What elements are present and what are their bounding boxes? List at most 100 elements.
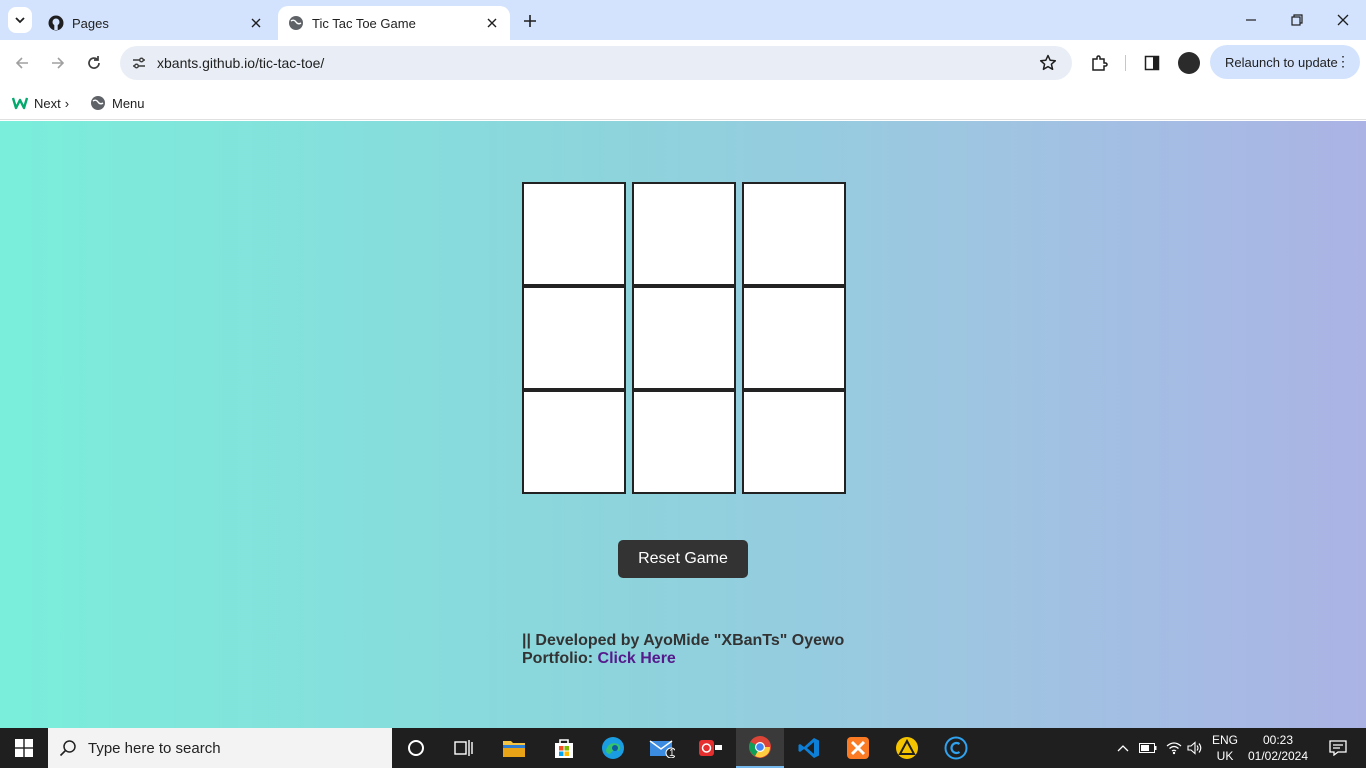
taskbar-search-placeholder: Type here to search: [88, 739, 221, 757]
clock-time: 00:23: [1262, 733, 1294, 747]
game-board: [522, 182, 848, 494]
bookmark-star-icon[interactable]: [1038, 53, 1058, 73]
notification-icon: [1329, 740, 1347, 756]
relaunch-button[interactable]: Relaunch to update ⋮: [1210, 45, 1360, 79]
input-language-indicator[interactable]: ENG UK: [1208, 732, 1242, 764]
chrome-icon: [749, 736, 771, 758]
minimize-icon: [1246, 19, 1256, 21]
windows-taskbar: Type here to search 1 ENG UK 00:23 01/02…: [0, 728, 1366, 768]
close-icon[interactable]: [482, 13, 502, 33]
page-viewport: Reset Game || Developed by AyoMide "XBan…: [0, 121, 1366, 728]
show-hidden-icons-button[interactable]: [1113, 728, 1133, 768]
portfolio-line: Portfolio: Click Here: [522, 650, 844, 668]
more-vert-icon: ⋮: [1336, 53, 1350, 69]
minimize-button[interactable]: [1228, 6, 1274, 34]
taskbar-clock[interactable]: 00:23 01/02/2024: [1244, 732, 1312, 764]
edge-icon: [602, 737, 624, 759]
developer-credit: || Developed by AyoMide "XBanTs" Oyewo: [522, 632, 845, 649]
task-view-icon: [454, 740, 473, 756]
taskbar-search[interactable]: Type here to search: [48, 728, 392, 768]
board-cell-9[interactable]: [742, 390, 846, 494]
start-button[interactable]: [0, 728, 48, 768]
globe-icon: [90, 95, 106, 111]
file-explorer-button[interactable]: [490, 728, 538, 768]
board-cell-7[interactable]: [522, 390, 626, 494]
reset-game-button[interactable]: Reset Game: [618, 540, 748, 578]
credits: || Developed by AyoMide "XBanTs" Oyewo P…: [522, 632, 844, 668]
browser-toolbar: xbants.github.io/tic-tac-toe/ Relaunch t…: [0, 40, 1366, 86]
mail-badge: 1: [669, 748, 675, 759]
arrow-left-icon: [15, 57, 28, 69]
portfolio-link[interactable]: Click Here: [598, 650, 676, 667]
address-bar[interactable]: xbants.github.io/tic-tac-toe/: [120, 46, 1072, 80]
cortana-icon: [408, 740, 424, 756]
store-icon: [555, 739, 573, 758]
board-cell-1[interactable]: [522, 182, 626, 286]
search-icon: [48, 739, 88, 757]
xampp-button[interactable]: [834, 728, 882, 768]
ccleaner-icon: [944, 736, 968, 760]
mail-button[interactable]: 1: [638, 728, 686, 768]
chevron-right-icon: ›: [64, 95, 70, 111]
extensions-icon[interactable]: [1087, 51, 1111, 75]
microsoft-store-button[interactable]: [540, 728, 588, 768]
forward-button[interactable]: [44, 49, 72, 77]
site-info-icon[interactable]: [128, 52, 150, 74]
battery-icon[interactable]: [1137, 728, 1159, 768]
portfolio-label: Portfolio:: [522, 650, 594, 667]
tab-tic-tac-toe[interactable]: Tic Tac Toe Game: [278, 6, 510, 40]
triangle-app-icon: [896, 737, 918, 759]
windows-logo-icon: [15, 739, 33, 757]
back-button[interactable]: [8, 49, 36, 77]
restore-icon: [1291, 14, 1303, 26]
tab-search-button[interactable]: [8, 7, 32, 33]
close-icon[interactable]: [246, 13, 266, 33]
tab-title: Tic Tac Toe Game: [312, 15, 416, 31]
globe-icon: [288, 15, 304, 31]
xampp-icon: [847, 737, 869, 759]
relaunch-label: Relaunch to update: [1225, 54, 1338, 70]
folder-icon: [503, 741, 525, 757]
board-cell-4[interactable]: [522, 286, 626, 390]
bookmark-menu[interactable]: Menu: [90, 92, 145, 114]
restore-button[interactable]: [1274, 6, 1320, 34]
recorder-app-button[interactable]: [687, 728, 735, 768]
chrome-button[interactable]: [736, 728, 784, 768]
bookmark-label: Menu: [112, 95, 145, 111]
tab-title: Pages: [72, 15, 109, 31]
board-cell-8[interactable]: [632, 390, 736, 494]
lang-top: ENG: [1211, 733, 1238, 747]
vscode-button[interactable]: [785, 728, 833, 768]
ccleaner-button[interactable]: [932, 728, 980, 768]
volume-icon[interactable]: [1184, 728, 1206, 768]
bookmark-label: Next: [34, 95, 61, 111]
close-window-button[interactable]: [1320, 6, 1366, 34]
new-tab-button[interactable]: [518, 9, 542, 33]
edge-button[interactable]: [589, 728, 637, 768]
board-cell-6[interactable]: [742, 286, 846, 390]
board-cell-5[interactable]: [632, 286, 736, 390]
toolbar-separator: [1125, 55, 1126, 71]
board-cell-2[interactable]: [632, 182, 736, 286]
tab-pages[interactable]: Pages: [38, 6, 274, 40]
network-icon[interactable]: [1163, 728, 1185, 768]
side-panel-icon[interactable]: [1140, 51, 1164, 75]
close-icon: [1337, 14, 1349, 26]
github-icon: [48, 15, 64, 31]
warning-app-button[interactable]: [883, 728, 931, 768]
board-cell-3[interactable]: [742, 182, 846, 286]
tab-strip: Pages Tic Tac Toe Game: [0, 0, 1366, 40]
bookmark-next[interactable]: Next ›: [12, 92, 69, 114]
cortana-button[interactable]: [392, 728, 440, 768]
notification-center-button[interactable]: [1318, 728, 1358, 768]
plus-icon: [524, 15, 536, 27]
vscode-icon: [798, 738, 819, 758]
profile-avatar[interactable]: [1178, 52, 1200, 74]
task-view-button[interactable]: [440, 728, 488, 768]
reload-button[interactable]: [80, 49, 108, 77]
url-text: xbants.github.io/tic-tac-toe/: [157, 55, 325, 71]
reload-icon: [88, 56, 100, 69]
bookmarks-bar: Next › Menu: [0, 86, 1366, 120]
recorder-icon: [699, 740, 722, 756]
arrow-right-icon: [52, 57, 65, 69]
